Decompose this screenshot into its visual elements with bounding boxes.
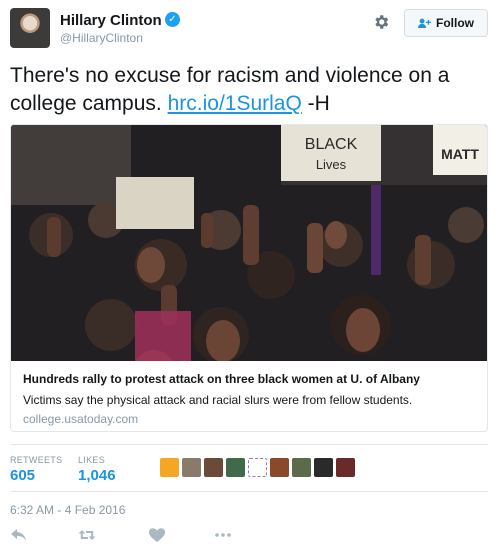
retweet-icon[interactable] <box>78 527 96 543</box>
divider <box>10 491 488 492</box>
follow-button-label: Follow <box>436 16 474 30</box>
tweet-actions <box>10 527 310 543</box>
liker-avatar[interactable] <box>336 458 355 477</box>
tweet-signature: -H <box>307 92 330 115</box>
divider <box>10 444 488 445</box>
gear-icon[interactable] <box>372 13 390 31</box>
liker-avatars <box>160 458 355 477</box>
heart-icon[interactable] <box>148 527 166 543</box>
tweet-timestamp[interactable]: 6:32 AM - 4 Feb 2016 <box>10 503 125 517</box>
liker-avatar[interactable] <box>160 458 179 477</box>
liker-avatar[interactable] <box>292 458 311 477</box>
sign-text-matt: MATT <box>441 146 479 162</box>
tweet-text: There's no excuse for racism and violenc… <box>10 62 490 118</box>
author-name[interactable]: Hillary Clinton <box>60 12 162 29</box>
protest-photo-illustration: BLACK Lives MATT <box>11 125 487 361</box>
reply-icon[interactable] <box>10 527 28 543</box>
liker-avatar[interactable] <box>248 458 267 477</box>
card-title[interactable]: Hundreds rally to protest attack on thre… <box>23 372 475 386</box>
liker-avatar[interactable] <box>182 458 201 477</box>
likes-count[interactable]: 1,046 <box>78 467 116 484</box>
add-user-icon <box>418 18 431 28</box>
author-avatar[interactable] <box>10 8 50 48</box>
card-domain: college.usatoday.com <box>23 412 139 426</box>
more-icon[interactable] <box>214 527 232 543</box>
likes-label: LIKES <box>78 455 106 465</box>
retweets-stat[interactable]: RETWEETS 605 <box>10 455 62 484</box>
author-handle[interactable]: @HillaryClinton <box>60 31 143 45</box>
liker-avatar[interactable] <box>226 458 245 477</box>
sign-text-lives: Lives <box>316 157 347 172</box>
link-card[interactable]: BLACK Lives MATT Hundreds rally to prote… <box>10 124 488 432</box>
retweets-count[interactable]: 605 <box>10 467 62 484</box>
verified-badge-icon: ✓ <box>165 12 180 27</box>
tweet-link[interactable]: hrc.io/1SurlaQ <box>168 92 302 115</box>
card-photo[interactable]: BLACK Lives MATT <box>11 125 487 361</box>
follow-button[interactable]: Follow <box>404 9 488 37</box>
liker-avatar[interactable] <box>204 458 223 477</box>
card-body[interactable]: Hundreds rally to protest attack on thre… <box>11 361 487 431</box>
tweet: Hillary Clinton ✓ @HillaryClinton Follow… <box>0 0 500 547</box>
card-description: Victims say the physical attack and raci… <box>23 393 413 407</box>
liker-avatar[interactable] <box>270 458 289 477</box>
sign-text-black: BLACK <box>305 136 358 153</box>
likes-stat[interactable]: LIKES 1,046 <box>78 455 116 484</box>
liker-avatar[interactable] <box>314 458 333 477</box>
retweets-label: RETWEETS <box>10 455 63 465</box>
